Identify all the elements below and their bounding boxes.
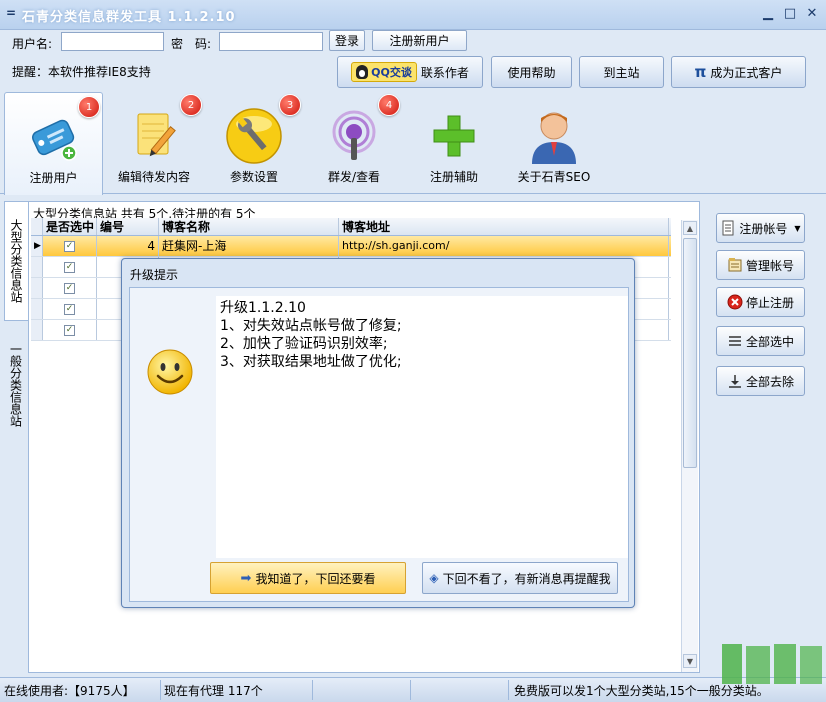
row-checkbox[interactable]: ✓ <box>64 241 75 252</box>
tab-about[interactable]: 关于石青SEO <box>504 92 604 192</box>
row-checkbox[interactable]: ✓ <box>64 304 75 315</box>
message-line: 2、加快了验证码识别效率; <box>220 336 388 352</box>
info-diamond-icon: ◈ <box>429 571 439 585</box>
main-toolbar: 注册用户 1 编辑待发内容 2 参数设置 3 群发/查看 4 注册辅助 关于石青… <box>0 92 826 195</box>
wrench-icon <box>226 108 282 164</box>
broadcast-icon <box>332 110 376 160</box>
side-tab-large-sites[interactable]: 大型分类信息站 <box>4 201 28 321</box>
chevron-down-icon: ▼ <box>794 223 801 233</box>
username-label: 用户名: <box>12 37 53 51</box>
user-avatar-icon <box>532 112 576 164</box>
title-bar: = 石青分类信息群发工具 1.1.2.10 ▁ □ ✕ <box>0 0 826 30</box>
side-tab-general-sites[interactable]: 一般分类信息站 <box>4 325 28 445</box>
message-line: 1、对失效站点帐号做了修复; <box>220 318 402 334</box>
col-id[interactable]: 编号 <box>97 218 159 235</box>
minimize-icon[interactable]: ▁ <box>758 5 778 23</box>
upgrade-dialog: 升级提示 升级1.1.2.10 1、对失效站点帐号做了修复; 2、加快了验证码识… <box>121 258 635 608</box>
document-icon <box>722 220 734 236</box>
col-selected[interactable]: 是否选中 <box>43 218 97 235</box>
tab-register-assist-label: 注册辅助 <box>429 170 478 184</box>
grid-header: 是否选中 编号 博客名称 博客地址 <box>31 218 671 236</box>
tab-broadcast-view-label: 群发/查看 <box>327 170 381 184</box>
row-marker: ▶ <box>31 236 43 256</box>
status-proxy-count: 现在有代理 117个 <box>164 684 263 698</box>
username-input[interactable] <box>61 32 164 51</box>
row-checkbox[interactable]: ✓ <box>64 325 75 336</box>
scroll-up-icon[interactable]: ▲ <box>683 221 697 235</box>
row-blog-url: http://sh.ganji.com/ <box>339 236 669 256</box>
tab-register-assist[interactable]: 注册辅助 <box>404 92 504 192</box>
row-id: 4 <box>97 236 159 256</box>
manage-icon <box>728 258 742 272</box>
table-row[interactable]: ▶ ✓ 4 赶集网-上海 http://sh.ganji.com/ <box>31 236 671 257</box>
password-label: 密 码: <box>171 37 212 51</box>
upgrade-message: 升级1.1.2.10 1、对失效站点帐号做了修复; 2、加快了验证码识别效率; … <box>216 296 628 558</box>
stop-register-button[interactable]: 停止注册 <box>716 287 805 317</box>
manage-account-button[interactable]: 管理帐号 <box>716 250 805 280</box>
step-badge-3: 3 <box>279 94 301 116</box>
col-blog-name[interactable]: 博客名称 <box>159 218 339 235</box>
step-badge-2: 2 <box>180 94 202 116</box>
row-blog-name: 赶集网-上海 <box>159 236 339 256</box>
help-button[interactable]: 使用帮助 <box>491 56 572 88</box>
remove-all-button[interactable]: 全部去除 <box>716 366 805 396</box>
message-line: 升级1.1.2.10 <box>220 300 306 316</box>
row-checkbox[interactable]: ✓ <box>64 262 75 273</box>
tab-edit-content-label: 编辑待发内容 <box>117 170 190 184</box>
stop-icon <box>727 294 743 310</box>
dialog-body: 升级1.1.2.10 1、对失效站点帐号做了修复; 2、加快了验证码识别效率; … <box>129 287 629 602</box>
grid-scrollbar[interactable]: ▲ ▼ <box>681 220 698 672</box>
step-badge-1: 1 <box>78 96 100 118</box>
tab-about-label: 关于石青SEO <box>517 170 591 184</box>
row-checkbox[interactable]: ✓ <box>64 283 75 294</box>
become-customer-button[interactable]: π 成为正式客户 <box>671 56 806 88</box>
qq-chat-icon: QQ交谈 <box>351 62 417 82</box>
main-site-button[interactable]: 到主站 <box>579 56 664 88</box>
tab-settings-label: 参数设置 <box>229 170 278 184</box>
status-online-users: 在线使用者:【9175人】 <box>4 684 135 698</box>
select-all-icon <box>728 336 741 346</box>
message-line: 3、对获取结果地址做了优化; <box>220 354 402 370</box>
password-input[interactable] <box>219 32 323 51</box>
site-watermark-logo <box>722 644 822 684</box>
scroll-down-icon[interactable]: ▼ <box>683 654 697 668</box>
tag-icon <box>31 119 77 161</box>
register-account-button[interactable]: 注册帐号 ▼ <box>716 213 805 243</box>
pi-icon: π <box>694 63 707 81</box>
dialog-title: 升级提示 <box>130 268 179 282</box>
dismiss-show-again-button[interactable]: ➡ 我知道了，下回还要看 <box>210 562 406 594</box>
window-title: 石青分类信息群发工具 1.1.2.10 <box>22 10 236 25</box>
dont-show-again-button[interactable]: ◈ 下回不看了，有新消息再提醒我 <box>422 562 618 594</box>
select-all-button[interactable]: 全部选中 <box>716 326 805 356</box>
ie8-tip: 提醒：本软件推荐IE8支持 <box>12 65 151 79</box>
scroll-thumb[interactable] <box>683 238 697 468</box>
col-blog-url[interactable]: 博客地址 <box>339 218 669 235</box>
notepad-pencil-icon <box>137 113 176 157</box>
smiley-icon <box>147 349 193 395</box>
arrow-right-icon: ➡ <box>240 570 252 586</box>
remove-all-icon <box>728 375 741 388</box>
maximize-icon[interactable]: □ <box>780 5 800 23</box>
tab-register-user-label: 注册用户 <box>29 171 78 185</box>
system-menu-icon[interactable]: = <box>6 6 16 20</box>
contact-author-button[interactable]: QQ交谈 联系作者 <box>337 56 483 88</box>
plus-icon <box>433 115 475 157</box>
step-badge-4: 4 <box>378 94 400 116</box>
close-icon[interactable]: ✕ <box>802 5 822 23</box>
login-button[interactable]: 登录 <box>329 30 365 51</box>
contact-author-label: 联系作者 <box>420 65 469 80</box>
register-new-user-button[interactable]: 注册新用户 <box>372 30 467 51</box>
